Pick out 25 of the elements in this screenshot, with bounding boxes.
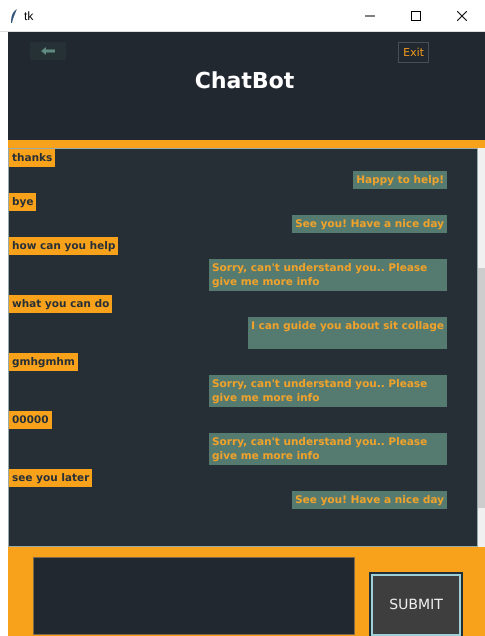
- message-input[interactable]: [33, 557, 355, 635]
- submit-button[interactable]: SUBMIT: [371, 574, 461, 636]
- feather-icon: [10, 8, 18, 22]
- exit-button[interactable]: Exit: [398, 42, 429, 63]
- user-message: bye: [9, 192, 36, 211]
- user-message: thanks: [9, 148, 56, 167]
- left-arrow-icon: [41, 47, 55, 55]
- user-message: see you later: [9, 468, 92, 487]
- user-message: how can you help: [9, 236, 118, 255]
- maximize-icon: [411, 10, 421, 20]
- bot-message: Sorry, can't understand you.. Please give me more info: [209, 374, 447, 407]
- bot-message: See you! Have a nice day: [292, 490, 447, 509]
- user-message: gmhgmhm: [9, 352, 78, 371]
- user-message: 00000: [9, 410, 52, 429]
- bot-message: Happy to help!: [353, 170, 447, 189]
- app-title: ChatBot: [194, 69, 296, 94]
- close-icon: [457, 10, 467, 20]
- bot-message: I can guide you about sit collage: [248, 316, 447, 349]
- user-message: what you can do: [9, 294, 112, 313]
- back-button[interactable]: [30, 42, 66, 60]
- window-title: tk: [24, 8, 34, 22]
- bot-message: Sorry, can't understand you.. Please give me more info: [209, 258, 447, 291]
- scrollbar[interactable]: [478, 148, 485, 547]
- bot-message: See you! Have a nice day: [292, 214, 447, 233]
- bot-message: Sorry, can't understand you.. Please give me more info: [209, 432, 447, 465]
